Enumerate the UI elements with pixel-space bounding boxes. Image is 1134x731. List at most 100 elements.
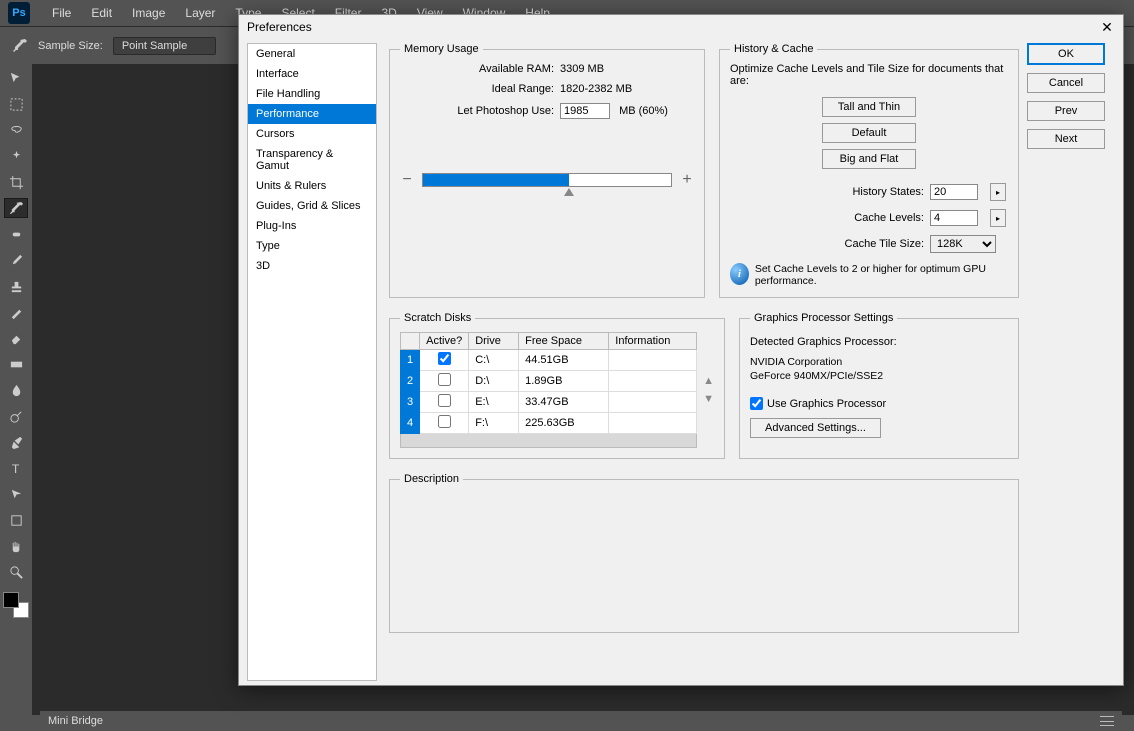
dodge-tool[interactable]: [4, 406, 28, 426]
description-legend: Description: [400, 473, 463, 485]
scratch-disks-group: Scratch Disks Active? Drive Free Space I…: [389, 312, 725, 459]
history-desc: Optimize Cache Levels and Tile Size for …: [730, 63, 1008, 87]
col-free: Free Space: [519, 333, 609, 350]
tall-thin-button[interactable]: Tall and Thin: [822, 97, 916, 117]
ideal-range-label: Ideal Range:: [400, 83, 560, 95]
preferences-sidebar: GeneralInterfaceFile HandlingPerformance…: [247, 43, 377, 681]
svg-text:T: T: [11, 462, 19, 476]
disk-active-checkbox[interactable]: [438, 352, 451, 365]
menu-layer[interactable]: Layer: [175, 6, 225, 20]
type-tool[interactable]: T: [4, 458, 28, 478]
sidebar-item-plug-ins[interactable]: Plug-Ins: [248, 216, 376, 236]
sidebar-item-general[interactable]: General: [248, 44, 376, 64]
eyedropper-tool[interactable]: [4, 198, 28, 218]
sidebar-item-transparency-gamut[interactable]: Transparency & Gamut: [248, 144, 376, 176]
mini-bridge-panel[interactable]: Mini Bridge: [40, 711, 1122, 731]
description-group: Description: [389, 473, 1019, 633]
blur-tool[interactable]: [4, 380, 28, 400]
gpu-model: GeForce 940MX/PCIe/SSE2: [750, 370, 1008, 384]
panel-menu-icon[interactable]: [1100, 716, 1114, 726]
menu-image[interactable]: Image: [122, 6, 175, 20]
ok-button[interactable]: OK: [1027, 43, 1105, 65]
history-states-stepper[interactable]: ▸: [990, 183, 1006, 201]
col-active: Active?: [420, 333, 469, 350]
cancel-button[interactable]: Cancel: [1027, 73, 1105, 93]
sample-size-select[interactable]: Point Sample: [113, 37, 216, 55]
move-down-icon[interactable]: ▼: [703, 393, 714, 405]
col-drive: Drive: [469, 333, 519, 350]
cache-tile-label: Cache Tile Size:: [790, 238, 930, 250]
zoom-tool[interactable]: [4, 562, 28, 582]
sample-size-label: Sample Size:: [38, 40, 103, 52]
eyedropper-icon: [12, 38, 28, 54]
shape-tool[interactable]: [4, 510, 28, 530]
wand-tool[interactable]: [4, 146, 28, 166]
hand-tool[interactable]: [4, 536, 28, 556]
next-button[interactable]: Next: [1027, 129, 1105, 149]
scratch-disk-table[interactable]: Active? Drive Free Space Information 1C:…: [400, 332, 697, 434]
available-ram-label: Available RAM:: [400, 63, 560, 75]
ideal-range-value: 1820-2382 MB: [560, 83, 694, 95]
disk-active-checkbox[interactable]: [438, 373, 451, 386]
sidebar-item-file-handling[interactable]: File Handling: [248, 84, 376, 104]
prev-button[interactable]: Prev: [1027, 101, 1105, 121]
gradient-tool[interactable]: [4, 354, 28, 374]
memory-minus-icon[interactable]: −: [400, 171, 414, 189]
sidebar-item-type[interactable]: Type: [248, 236, 376, 256]
heal-tool[interactable]: [4, 224, 28, 244]
lasso-tool[interactable]: [4, 120, 28, 140]
crop-tool[interactable]: [4, 172, 28, 192]
cache-levels-stepper[interactable]: ▸: [990, 209, 1006, 227]
path-tool[interactable]: [4, 484, 28, 504]
sidebar-item-units-rulers[interactable]: Units & Rulers: [248, 176, 376, 196]
cache-tile-select[interactable]: 128K: [930, 235, 996, 253]
menu-edit[interactable]: Edit: [81, 6, 122, 20]
sidebar-item-performance[interactable]: Performance: [248, 104, 376, 124]
marquee-tool[interactable]: [4, 94, 28, 114]
history-cache-group: History & Cache Optimize Cache Levels an…: [719, 43, 1019, 298]
pen-tool[interactable]: [4, 432, 28, 452]
gpu-settings-group: Graphics Processor Settings Detected Gra…: [739, 312, 1019, 459]
cache-info-text: Set Cache Levels to 2 or higher for opti…: [755, 263, 1008, 287]
photoshop-logo-icon: Ps: [8, 2, 30, 24]
table-row[interactable]: 1C:\44.51GB: [401, 350, 697, 371]
cache-levels-input[interactable]: [930, 210, 978, 226]
history-states-input[interactable]: [930, 184, 978, 200]
let-use-unit: MB (60%): [619, 105, 668, 117]
memory-slider[interactable]: [422, 173, 672, 187]
brush-tool[interactable]: [4, 250, 28, 270]
sidebar-item-interface[interactable]: Interface: [248, 64, 376, 84]
fg-bg-color[interactable]: [3, 592, 29, 618]
advanced-settings-button[interactable]: Advanced Settings...: [750, 418, 881, 438]
move-tool[interactable]: [4, 68, 28, 88]
disk-active-checkbox[interactable]: [438, 415, 451, 428]
available-ram-value: 3309 MB: [560, 63, 694, 75]
history-legend: History & Cache: [730, 43, 817, 55]
detected-gpu-label: Detected Graphics Processor:: [750, 336, 1008, 348]
sidebar-item--d[interactable]: 3D: [248, 256, 376, 276]
use-gpu-checkbox[interactable]: Use Graphics Processor: [750, 397, 1008, 410]
let-use-input[interactable]: [560, 103, 610, 119]
move-up-icon[interactable]: ▲: [703, 375, 714, 387]
history-brush-tool[interactable]: [4, 302, 28, 322]
close-icon[interactable]: ✕: [1099, 19, 1115, 35]
stamp-tool[interactable]: [4, 276, 28, 296]
sidebar-item-guides-grid-slices[interactable]: Guides, Grid & Slices: [248, 196, 376, 216]
table-row[interactable]: 4F:\225.63GB: [401, 413, 697, 434]
gpu-legend: Graphics Processor Settings: [750, 312, 897, 324]
tools-panel: T: [0, 64, 32, 618]
menu-file[interactable]: File: [42, 6, 81, 20]
eraser-tool[interactable]: [4, 328, 28, 348]
big-flat-button[interactable]: Big and Flat: [822, 149, 916, 169]
sidebar-item-cursors[interactable]: Cursors: [248, 124, 376, 144]
default-button[interactable]: Default: [822, 123, 916, 143]
table-row[interactable]: 3E:\33.47GB: [401, 392, 697, 413]
scratch-legend: Scratch Disks: [400, 312, 475, 324]
memory-plus-icon[interactable]: +: [680, 171, 694, 189]
col-info: Information: [609, 333, 697, 350]
table-row[interactable]: 2D:\1.89GB: [401, 371, 697, 392]
info-icon: i: [730, 263, 749, 285]
disk-active-checkbox[interactable]: [438, 394, 451, 407]
memory-legend: Memory Usage: [400, 43, 483, 55]
memory-usage-group: Memory Usage Available RAM: 3309 MB Idea…: [389, 43, 705, 298]
